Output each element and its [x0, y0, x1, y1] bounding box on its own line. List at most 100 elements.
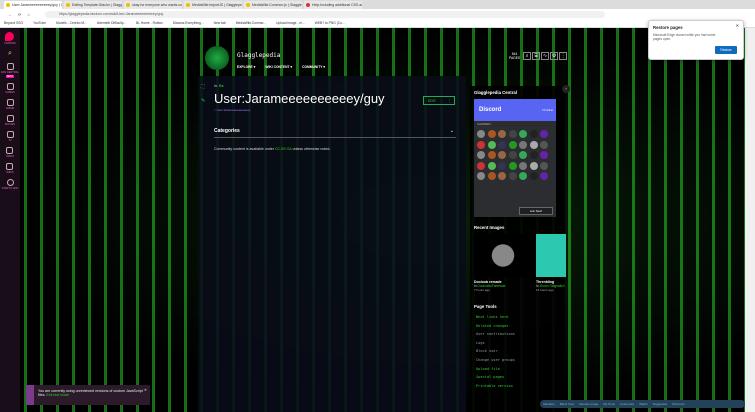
refresh-icon[interactable]: ⟳ — [18, 12, 21, 17]
discord-member-avatar[interactable] — [540, 172, 548, 180]
browser-tab[interactable]: MediaWiki:Common.js | Glagglep — [244, 0, 302, 9]
license-link[interactable]: CC-BY-SA — [275, 147, 292, 151]
browser-tab[interactable]: MediaWiki:ImportJS | Glagglepe — [184, 0, 242, 9]
close-icon[interactable]: ✕ — [736, 23, 739, 28]
rail-item[interactable]: TV — [6, 131, 14, 142]
url-input[interactable]: https://glagglepedia.fandom.com/wiki/Use… — [45, 10, 605, 18]
toolbar-item[interactable]: Sandbox — [543, 402, 555, 406]
discord-member-avatar[interactable] — [540, 151, 548, 159]
browser-tab[interactable]: okay for everyone who wants cu — [124, 0, 182, 9]
bookmark[interactable]: WEB? to PNG (Co... — [315, 21, 345, 25]
discord-member-avatar[interactable] — [529, 151, 538, 159]
rail-item[interactable]: ANIME — [6, 99, 14, 110]
exit-test-mode-link[interactable]: Exit test mode — [46, 393, 69, 397]
more-icon[interactable]: ⋮ — [559, 52, 568, 60]
discord-member-avatar[interactable] — [487, 151, 496, 159]
page-tool-link[interactable]: Special pages — [476, 373, 559, 382]
wiki-nav-item[interactable]: WIKI CONTENT ▾ — [265, 65, 292, 69]
toolbar-item[interactable]: Suggested — [653, 402, 667, 406]
bookmark[interactable]: Upload image - ni... — [276, 21, 305, 25]
rail-item[interactable]: ⌕ — [8, 50, 12, 58]
discord-member-avatar[interactable] — [519, 140, 527, 149]
discord-join-button[interactable]: Join Now! — [519, 207, 553, 215]
discord-member-avatar[interactable] — [508, 140, 517, 149]
settings-icon[interactable]: ⚙ — [550, 52, 559, 60]
close-icon[interactable]: ✕ — [144, 388, 147, 392]
browser-tab[interactable]: User:Jarameeeeeeeeeey/guy | Gl — [4, 0, 62, 9]
wiki-nav-item[interactable]: EXPLORE ▾ — [237, 65, 255, 69]
home-icon[interactable]: ⌂ — [27, 12, 29, 17]
toolbar-item[interactable]: Random page — [579, 402, 598, 406]
bookmark[interactable]: MediaWiki:Commo... — [236, 21, 266, 25]
discord-member-avatar[interactable] — [508, 161, 517, 170]
page-tool-link[interactable]: What links here — [476, 313, 559, 322]
page-tool-link[interactable]: Block user — [476, 347, 559, 356]
fullscreen-icon[interactable]: ⛶ — [201, 84, 205, 90]
wiki-logo[interactable] — [205, 46, 229, 70]
discord-member-avatar[interactable] — [540, 140, 548, 149]
rail-item[interactable]: MOVIES — [5, 115, 15, 126]
page-tool-link[interactable]: Upload file — [476, 365, 559, 374]
page-tool-link[interactable]: Logs — [476, 339, 559, 348]
search-icon[interactable]: ⌕ — [523, 52, 532, 60]
toolbar-item[interactable]: My Tools — [603, 402, 615, 406]
bookmark[interactable]: Discuss Everything... — [173, 21, 204, 25]
bookmark[interactable]: Artemeth Difficulty... — [97, 21, 126, 25]
discord-member-avatar[interactable] — [487, 172, 496, 180]
page-tool-link[interactable]: Printable version — [476, 382, 559, 391]
bookmark[interactable]: Beyond SSO — [4, 21, 23, 25]
toolbar-item[interactable]: Customize — [620, 402, 634, 406]
rail-item[interactable]: START A WIKI — [2, 179, 18, 190]
discord-member-avatar[interactable] — [529, 140, 538, 149]
discord-member-avatar[interactable] — [519, 130, 527, 138]
page-tool-link[interactable]: Change user groups — [476, 356, 559, 365]
rail-item[interactable]: FAN CENTRAL BETA — [1, 63, 19, 78]
bookmark[interactable]: Models - Cerebo M... — [56, 21, 87, 25]
discord-member-avatar[interactable] — [487, 140, 496, 149]
bookmark[interactable]: New tab — [214, 21, 226, 25]
discord-member-avatar[interactable] — [508, 130, 517, 138]
rail-item[interactable]: FANDOM — [4, 32, 16, 45]
activity-icon[interactable]: ∿ — [541, 52, 550, 60]
discord-member-avatar[interactable] — [498, 161, 506, 170]
discord-member-avatar[interactable] — [477, 172, 485, 180]
discord-member-avatar[interactable] — [529, 172, 538, 180]
discord-member-avatar[interactable] — [498, 130, 506, 138]
discord-member-avatar[interactable] — [487, 161, 496, 170]
recent-image-card[interactable]: Dooloob remade In Dooloobs/Fanmade 7 hours… — [474, 234, 532, 292]
discord-member-avatar[interactable] — [529, 130, 538, 138]
discussions-icon[interactable]: ⌸ — [532, 52, 541, 60]
edit-button[interactable]: EDIT ⋮ — [423, 96, 455, 105]
rail-item[interactable]: GAMES — [5, 83, 15, 94]
recent-image-card[interactable]: Threnbling In Zhoon Glagnatic/I 16 hours a… — [536, 234, 566, 292]
discord-member-avatar[interactable] — [487, 130, 496, 138]
bookmark[interactable]: YouTube — [33, 21, 46, 25]
discord-member-avatar[interactable] — [508, 151, 517, 159]
discord-member-avatar[interactable] — [498, 172, 506, 180]
wiki-nav-item[interactable]: COMMUNITY ▾ — [302, 65, 325, 69]
toolbar-item[interactable]: Block User — [560, 402, 575, 406]
discord-member-avatar[interactable] — [498, 151, 506, 159]
rail-item[interactable]: WIKIS — [6, 163, 14, 174]
back-icon[interactable]: ← — [8, 12, 12, 17]
parent-page-link[interactable]: < User:Jarameeeeeeeeeey — [214, 108, 250, 112]
discord-member-avatar[interactable] — [519, 172, 527, 180]
discord-member-avatar[interactable] — [477, 151, 485, 159]
discord-member-avatar[interactable] — [519, 151, 527, 159]
discord-member-avatar[interactable] — [477, 140, 485, 149]
edit-pencil-icon[interactable]: ✎ — [201, 98, 205, 104]
wiki-name[interactable]: Glagglepedia — [237, 52, 280, 59]
page-tool-link[interactable]: User contributions — [476, 330, 559, 339]
browser-tab[interactable]: Editing Template:Glaclor | Glagg — [64, 0, 122, 9]
rail-item[interactable]: VIDEO — [6, 147, 14, 158]
discord-member-avatar[interactable] — [508, 172, 517, 180]
page-scrollbar[interactable] — [745, 28, 755, 412]
discord-member-avatar[interactable] — [529, 161, 538, 170]
bookmark[interactable]: BL Home - Roblox — [136, 21, 163, 25]
toolbar-item[interactable]: Watch — [639, 402, 647, 406]
discord-member-avatar[interactable] — [477, 161, 485, 170]
toolbar-item[interactable]: Shortcuts — [672, 402, 685, 406]
categories-toggle[interactable]: Categories ⌄ — [214, 128, 456, 138]
discord-member-avatar[interactable] — [519, 161, 527, 170]
discord-member-avatar[interactable] — [477, 130, 485, 138]
